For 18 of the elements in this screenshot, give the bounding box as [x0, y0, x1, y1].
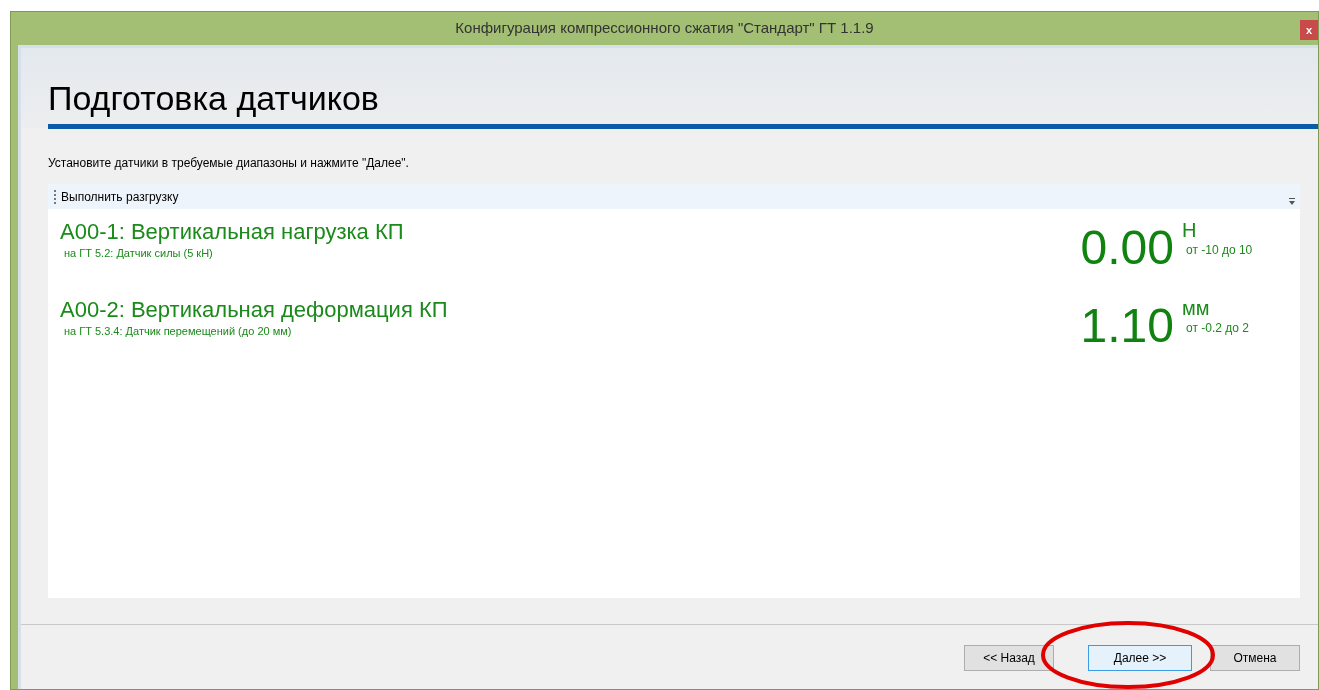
sensor-name: A00-1: Вертикальная нагрузка КП — [60, 219, 404, 245]
unload-button[interactable]: Выполнить разгрузку — [61, 187, 179, 206]
sensor-source: на ГТ 5.3.4: Датчик перемещений (до 20 мм) — [64, 324, 293, 339]
dialog-button[interactable]: Отмена — [1210, 645, 1300, 671]
range-label: от -0.2 до 2 — [1186, 320, 1250, 337]
unit-label: Н — [1182, 219, 1198, 241]
sensor-source: на ГТ 5.2: Датчик силы (5 кН) — [64, 246, 214, 261]
range-label: от -10 до 10 — [1186, 242, 1254, 259]
window-title: Конфигурация компрессионного сжатия "Стандарт" ГТ 1.1.9 — [455, 18, 874, 39]
dialog-button[interactable]: << Назад — [964, 645, 1054, 671]
page-heading: Подготовка датчиков — [48, 78, 380, 118]
close-button[interactable]: x — [1300, 20, 1318, 40]
dialog-button[interactable]: Далее >> — [1088, 645, 1192, 671]
unit-label: мм — [1182, 297, 1211, 319]
sensor-value: 1.10 — [1080, 301, 1174, 351]
sensor-name: A00-2: Вертикальная деформация КП — [60, 297, 448, 323]
sensor-value: 0.00 — [1080, 223, 1174, 273]
instruction-text: Установите датчики в требуемые диапазоны и нажмите "Далее". — [48, 155, 410, 172]
